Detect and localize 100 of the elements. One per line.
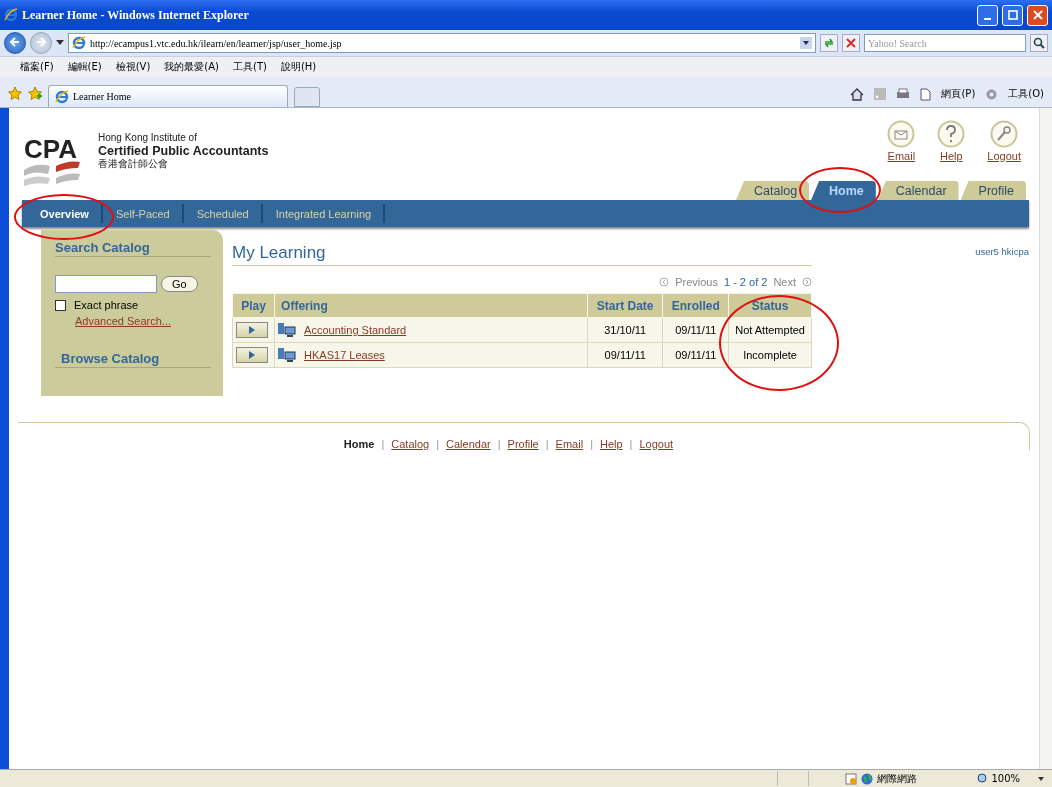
course-computer-icon	[278, 348, 297, 362]
play-icon	[249, 326, 255, 334]
favorites-star-icon[interactable]	[8, 86, 22, 100]
zoom-level[interactable]: 100%	[991, 773, 1020, 784]
menu-item[interactable]: 編輯(E)	[67, 60, 102, 74]
play-button[interactable]	[236, 322, 268, 338]
link-separator: |	[545, 438, 549, 450]
maximize-button[interactable]	[1002, 4, 1023, 26]
org-name-title: Certified Public Accountants	[98, 144, 269, 158]
cpa-logo: CPA	[22, 132, 84, 186]
add-favorite-icon[interactable]	[28, 86, 42, 100]
column-header: Start Date	[596, 299, 654, 313]
dropdown-caret-icon[interactable]	[800, 37, 812, 49]
menu-item[interactable]: 說明(H)	[280, 60, 317, 74]
logout-icon[interactable]	[990, 120, 1019, 148]
main-tab[interactable]: Home	[811, 181, 876, 200]
dropdown-caret-icon[interactable]	[1038, 776, 1044, 781]
checkbox[interactable]	[55, 299, 66, 311]
footer-link[interactable]: Help	[600, 438, 623, 450]
previous-icon	[659, 277, 670, 287]
zoom-icon[interactable]	[977, 773, 989, 784]
link-separator: |	[381, 438, 385, 450]
back-arrow-icon	[9, 35, 21, 48]
forward-arrow-icon	[35, 35, 47, 48]
column-header: Play	[241, 299, 266, 313]
advanced-search-link[interactable]: Advanced Search...	[75, 315, 171, 327]
menu-item[interactable]: 檔案(F)	[20, 60, 54, 74]
menu-item[interactable]: 工具(T)	[233, 60, 267, 74]
help-icon[interactable]	[937, 120, 966, 148]
main-tab[interactable]: Calendar	[877, 181, 959, 200]
next-icon	[802, 277, 812, 287]
table-cell: Incomplete	[728, 342, 812, 368]
close-button[interactable]	[1027, 4, 1048, 26]
ie-logo-icon	[55, 89, 69, 104]
minimize-button[interactable]	[977, 4, 998, 26]
home-icon[interactable]	[850, 87, 865, 101]
minimize-icon	[984, 17, 991, 20]
link-separator: |	[629, 438, 633, 450]
tools-menu[interactable]: 工具(O)	[1008, 87, 1044, 101]
stop-button[interactable]	[842, 34, 860, 52]
link-separator: |	[497, 438, 501, 450]
sub-tab[interactable]: Overview	[28, 204, 103, 223]
globe-icon	[861, 772, 874, 785]
security-icon	[845, 772, 858, 785]
column-header: Offering	[281, 299, 328, 313]
dropdown-caret-icon[interactable]	[56, 40, 64, 46]
column-header: Status	[751, 299, 789, 313]
maximize-icon	[1007, 10, 1018, 20]
link-separator: |	[436, 438, 440, 450]
offering-link[interactable]: HKAS17 Leases	[304, 349, 385, 361]
refresh-button[interactable]	[820, 34, 838, 52]
link-separator: |	[590, 438, 593, 450]
sub-tab[interactable]: Scheduled	[184, 204, 263, 223]
quick-link[interactable]: Logout	[987, 150, 1021, 162]
search-field[interactable]: Yahoo! Search	[864, 34, 1026, 52]
sub-tab[interactable]: Integrated Learning	[263, 204, 386, 223]
column-header: Enrolled	[671, 299, 720, 313]
course-computer-icon	[278, 323, 297, 337]
print-icon[interactable]	[896, 88, 911, 100]
page-range: 1 - 2 of 2	[723, 276, 768, 288]
menu-item[interactable]: 檢視(V)	[115, 60, 151, 74]
ie-logo-icon	[4, 8, 18, 22]
checkbox-label: Exact phrase	[74, 299, 139, 311]
search-icon	[1033, 37, 1045, 49]
footer-link[interactable]: Home	[343, 438, 375, 450]
scrollbar[interactable]	[1039, 108, 1052, 769]
address-field[interactable]: http://ecampus1.vtc.edu.hk/ilearn/en/learner/jsp/user_home.jsp	[68, 33, 816, 53]
next-link[interactable]: Next	[773, 276, 796, 288]
footer-link[interactable]: Calendar	[446, 438, 491, 450]
page-icon[interactable]	[920, 87, 932, 101]
user-name: user5 hkicpa	[974, 245, 1030, 257]
sub-tab[interactable]: Self-Paced	[103, 204, 184, 223]
org-name-chinese: 香港會計師公會	[98, 158, 169, 170]
section-heading: Search Catalog	[55, 240, 211, 257]
ie-logo-icon	[72, 36, 86, 50]
zone-label: 網際網路	[877, 771, 918, 786]
browser-tab[interactable]: Learner Home	[48, 85, 288, 107]
footer-link[interactable]: Logout	[639, 438, 674, 450]
main-tab[interactable]: Catalog	[736, 181, 810, 200]
page-heading: My Learning	[232, 243, 812, 266]
back-button[interactable]	[4, 32, 26, 54]
play-icon	[249, 351, 255, 359]
menu-item[interactable]: 我的最愛(A)	[164, 60, 219, 74]
refresh-arrows-icon	[823, 37, 835, 49]
offering-link[interactable]: Accounting Standard	[304, 324, 407, 336]
footer-link[interactable]: Catalog	[391, 438, 430, 450]
play-button[interactable]	[236, 347, 268, 363]
quick-link[interactable]: Help	[940, 150, 963, 162]
footer-link[interactable]: Email	[555, 438, 584, 450]
go-button[interactable]: Go	[161, 276, 198, 292]
catalog-search-field[interactable]	[55, 275, 157, 293]
section-heading: Browse Catalog	[55, 351, 211, 368]
previous-link[interactable]: Previous	[675, 276, 718, 288]
footer-link[interactable]: Profile	[507, 438, 539, 450]
page-menu[interactable]: 網頁(P)	[941, 87, 976, 101]
main-tab[interactable]: Profile	[960, 181, 1026, 200]
table-cell: Not Attempted	[728, 317, 812, 343]
close-icon	[1032, 10, 1043, 20]
search-button[interactable]	[1030, 34, 1048, 52]
quick-link[interactable]: Email	[887, 150, 916, 162]
